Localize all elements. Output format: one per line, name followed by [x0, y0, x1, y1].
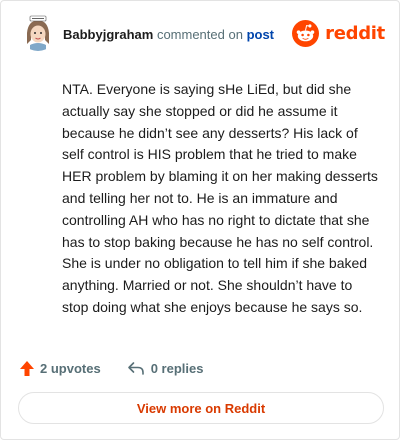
comment-header: Babbyjgraham commented on post reddit: [19, 13, 385, 53]
reply-count: 0 replies: [150, 360, 204, 376]
view-more-button[interactable]: View more on Reddit: [18, 392, 384, 424]
replies-button[interactable]: 0 replies: [127, 360, 204, 376]
commented-on-text: commented on: [156, 27, 243, 42]
reply-arrow-icon: [127, 362, 144, 375]
author-name[interactable]: Babbyjgraham: [63, 27, 153, 42]
comment-actions: 2 upvotes 0 replies: [19, 358, 203, 378]
comment-text: NTA. Everyone is saying sHe LiEd, but di…: [62, 81, 378, 315]
byline: Babbyjgraham commented on post: [63, 27, 274, 42]
comment-embed-card: Babbyjgraham commented on post reddit NT…: [0, 0, 400, 440]
reddit-wordmark: reddit: [325, 22, 385, 44]
upvote-count: 2 upvotes: [40, 360, 101, 376]
reddit-snoo-icon: [292, 19, 320, 47]
avatar[interactable]: [19, 13, 57, 51]
reddit-logo[interactable]: reddit: [292, 19, 385, 47]
upvote-arrow-icon: [20, 360, 34, 376]
upvote-button[interactable]: 2 upvotes: [19, 360, 101, 377]
post-link[interactable]: post: [247, 27, 274, 42]
avatar-illustration-icon: [19, 13, 57, 51]
